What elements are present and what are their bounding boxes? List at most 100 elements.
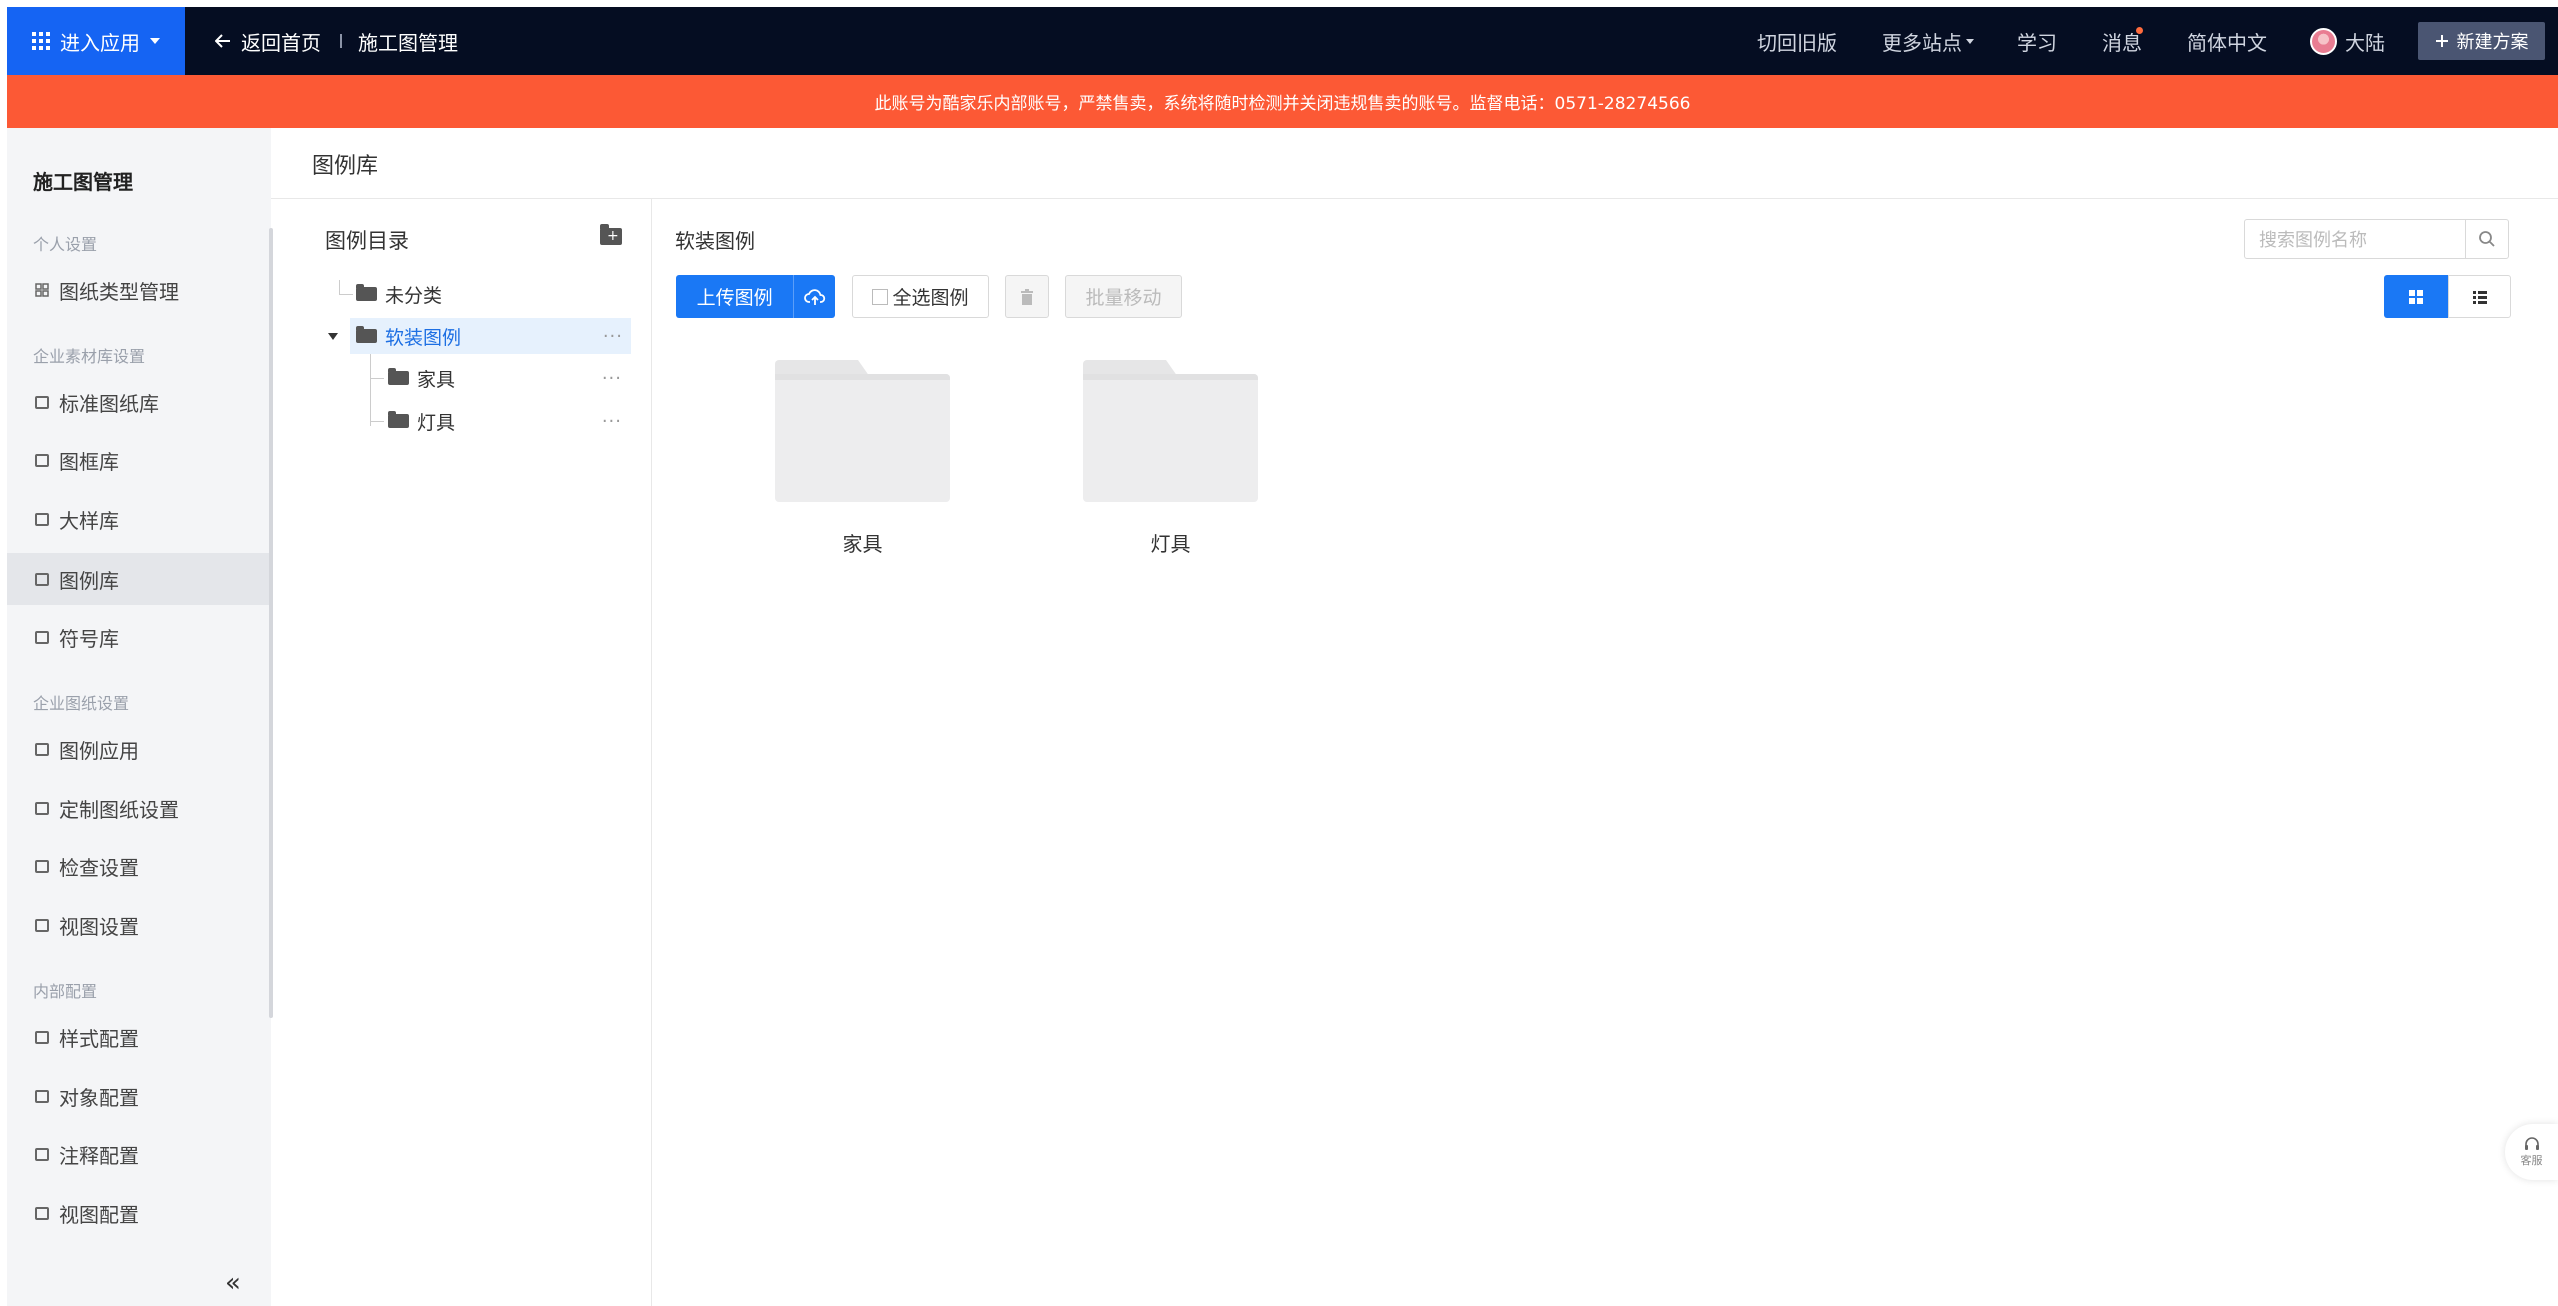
sidebar-item-check-settings[interactable]: 检查设置 — [7, 840, 271, 892]
cloud-upload-icon[interactable] — [793, 275, 835, 318]
folder-card-furniture[interactable]: 家具 — [775, 360, 950, 557]
user-menu[interactable]: 大陆 — [2310, 7, 2385, 75]
folder-card-name: 灯具 — [1150, 532, 1191, 556]
sidebar-item-details[interactable]: 大样库 — [7, 493, 271, 545]
check-icon — [35, 859, 49, 873]
sidebar-item-label: 符号库 — [59, 626, 119, 651]
sidebar-item-frames[interactable]: 图框库 — [7, 434, 271, 486]
select-all-checkbox[interactable] — [872, 288, 889, 305]
switch-old-version-link[interactable]: 切回旧版 — [1757, 7, 1837, 75]
user-name: 大陆 — [2345, 30, 2385, 55]
tree-node-soft-furnishing[interactable]: 软装图例 ··· — [350, 318, 631, 354]
upload-legend-button[interactable]: 上传图例 — [676, 275, 835, 318]
back-home-link[interactable]: 返回首页 — [215, 7, 321, 75]
sidebar-group-internal: 内部配置 — [33, 982, 98, 1001]
customer-service-button[interactable]: 客服 — [2505, 1124, 2558, 1180]
enter-app-label: 进入应用 — [60, 30, 140, 55]
delete-button[interactable] — [1005, 275, 1049, 318]
caret-down-icon — [150, 38, 160, 44]
sidebar-item-style-config[interactable]: 样式配置 — [7, 1011, 271, 1063]
breadcrumb: 施工图管理 — [358, 30, 458, 55]
top-bar: 进入应用 返回首页 施工图管理 切回旧版 更多站点 学习 消息 简体中文 大陆 … — [0, 0, 2558, 75]
sidebar-item-annotation-config[interactable]: 注释配置 — [7, 1128, 271, 1180]
sidebar-item-label: 视图配置 — [59, 1202, 139, 1227]
sidebar-item-object-config[interactable]: 对象配置 — [7, 1070, 271, 1122]
sidebar-group-material: 企业素材库设置 — [33, 347, 146, 366]
sidebar-item-label: 图框库 — [59, 449, 119, 474]
list-view-button[interactable] — [2448, 275, 2511, 318]
messages-link[interactable]: 消息 — [2102, 7, 2142, 75]
sidebar-item-view-settings[interactable]: 视图设置 — [7, 899, 271, 951]
avatar — [2310, 27, 2337, 55]
learn-link[interactable]: 学习 — [2017, 7, 2057, 75]
search-button[interactable] — [2465, 220, 2508, 258]
more-icon[interactable]: ··· — [603, 326, 623, 347]
tree-node-label: 未分类 — [385, 284, 443, 307]
add-folder-icon[interactable]: + — [600, 224, 622, 245]
headset-icon — [2524, 1137, 2539, 1150]
warning-text: 此账号为酷家乐内部账号，严禁售卖，系统将随时检测并关闭违规售卖的账号。监督电话：… — [874, 94, 1691, 114]
select-all-button[interactable]: 全选图例 — [852, 275, 989, 318]
header-divider — [271, 198, 2558, 199]
folder-icon — [1083, 360, 1258, 502]
sidebar-item-drawing-types[interactable]: 图纸类型管理 — [7, 264, 271, 316]
folder-icon — [356, 284, 377, 301]
sidebar-item-label: 检查设置 — [59, 855, 139, 880]
grid-view-icon — [2409, 289, 2423, 304]
sidebar-item-label: 图纸类型管理 — [59, 279, 179, 304]
more-icon[interactable]: ··· — [602, 368, 622, 389]
sidebar-scrollbar[interactable] — [269, 228, 273, 1018]
tree-line — [339, 280, 340, 294]
tree-node-lamps[interactable]: 灯具 ··· — [388, 403, 630, 439]
message-dot-badge — [2136, 27, 2143, 34]
upload-legend-label: 上传图例 — [696, 287, 773, 309]
folder-card-name: 家具 — [842, 532, 883, 556]
more-sites-dropdown[interactable]: 更多站点 — [1882, 7, 1974, 75]
search-input[interactable] — [2257, 226, 2466, 254]
symbol-icon — [35, 630, 49, 644]
tree-line — [339, 294, 353, 295]
tree-line — [370, 421, 384, 422]
folder-icon — [356, 326, 377, 343]
sidebar-item-label: 图例库 — [59, 568, 119, 593]
sidebar-item-standard-drawings[interactable]: 标准图纸库 — [7, 376, 271, 428]
caret-down-icon — [1966, 38, 1974, 44]
trash-icon — [1021, 288, 1033, 305]
batch-move-button[interactable]: 批量移动 — [1065, 275, 1182, 318]
sidebar-item-symbols[interactable]: 符号库 — [7, 611, 271, 663]
view-icon — [35, 1206, 49, 1220]
collapse-sidebar-button[interactable]: « — [225, 1268, 241, 1298]
new-plan-button[interactable]: 新建方案 — [2418, 22, 2545, 60]
annotation-icon — [35, 1147, 49, 1161]
folder-card-lamps[interactable]: 灯具 — [1083, 360, 1258, 557]
apps-grid-icon — [32, 32, 50, 50]
tree-node-uncategorized[interactable]: 未分类 — [356, 276, 630, 312]
more-sites-label: 更多站点 — [1882, 30, 1962, 55]
enter-app-button[interactable]: 进入应用 — [7, 7, 185, 75]
tree-divider — [651, 199, 652, 1306]
sidebar-item-custom-drawing[interactable]: 定制图纸设置 — [7, 782, 271, 834]
sidebar-item-label: 大样库 — [59, 508, 119, 533]
list-view-icon — [2472, 290, 2487, 304]
document-icon — [35, 395, 49, 409]
tree-node-furniture[interactable]: 家具 ··· — [388, 360, 630, 396]
language-switch[interactable]: 简体中文 — [2187, 7, 2267, 75]
sidebar-group-drawing: 企业图纸设置 — [33, 694, 130, 713]
sidebar-item-label: 定制图纸设置 — [59, 797, 179, 822]
expand-arrow-icon[interactable] — [328, 333, 338, 340]
object-icon — [35, 1089, 49, 1103]
sidebar-item-label: 图例应用 — [59, 738, 139, 763]
sidebar-title: 施工图管理 — [33, 170, 133, 194]
grid-view-button[interactable] — [2384, 275, 2448, 318]
sidebar-item-label: 注释配置 — [59, 1143, 139, 1168]
tree-node-label: 家具 — [417, 368, 456, 391]
search-box — [2244, 219, 2509, 259]
back-home-label: 返回首页 — [241, 30, 321, 55]
more-icon[interactable]: ··· — [602, 411, 622, 432]
warning-banner: 此账号为酷家乐内部账号，严禁售卖，系统将随时检测并关闭违规售卖的账号。监督电话：… — [7, 75, 2558, 128]
document-icon — [35, 918, 49, 932]
sidebar-item-legends[interactable]: 图例库 — [7, 553, 271, 605]
image-icon — [35, 512, 49, 526]
sidebar-item-legend-apply[interactable]: 图例应用 — [7, 723, 271, 775]
sidebar-item-view-config[interactable]: 视图配置 — [7, 1187, 271, 1239]
